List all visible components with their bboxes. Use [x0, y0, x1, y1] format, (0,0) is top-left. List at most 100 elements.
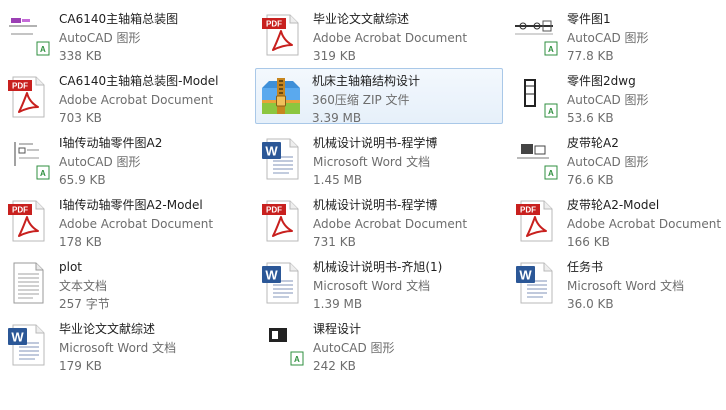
file-tile[interactable]: A 课程设计 AutoCAD 图形 242 KB	[256, 316, 504, 373]
file-size: 1.39 MB	[313, 297, 363, 311]
pdf-icon: PDF	[5, 198, 51, 244]
file-tile[interactable]: A 零件图2dwg AutoCAD 图形 53.6 KB	[510, 68, 726, 125]
svg-text:W: W	[265, 144, 278, 159]
file-details: 任务书 Microsoft Word 文档 36.0 KB	[567, 258, 726, 314]
file-details: 毕业论文文献综述 Adobe Acrobat Document 319 KB	[313, 10, 501, 66]
file-name: I轴传动轴零件图A2	[59, 136, 163, 150]
file-type: Microsoft Word 文档	[313, 278, 431, 293]
file-name: I轴传动轴零件图A2-Model	[59, 198, 203, 212]
file-size: 179 KB	[59, 359, 102, 373]
word-document-icon: W	[513, 260, 559, 306]
file-tile[interactable]: A CA6140主轴箱总装图 AutoCAD 图形 338 KB	[2, 6, 250, 63]
file-size: 76.6 KB	[567, 173, 614, 187]
pdf-icon: PDF	[513, 198, 559, 244]
zip-archive-icon	[258, 74, 304, 120]
word-document-icon: W	[259, 136, 305, 182]
autocad-drawing-icon: A	[513, 74, 559, 120]
file-name: 任务书	[567, 260, 604, 274]
pdf-icon: PDF	[5, 74, 51, 120]
file-tile[interactable]: PDF CA6140主轴箱总装图-Model Adobe Acrobat Doc…	[2, 68, 250, 125]
file-type: AutoCAD 图形	[567, 154, 649, 169]
svg-text:A: A	[548, 45, 554, 54]
file-tile[interactable]: 机床主轴箱结构设计 360压缩 ZIP 文件 3.39 MB	[255, 68, 503, 125]
autocad-drawing-icon: A	[5, 136, 51, 182]
file-tile[interactable]: PDF I轴传动轴零件图A2-Model Adobe Acrobat Docum…	[2, 192, 250, 249]
file-name: 零件图2dwg	[567, 74, 636, 88]
svg-text:A: A	[294, 355, 300, 364]
file-size: 319 KB	[313, 49, 356, 63]
file-type: Adobe Acrobat Document	[59, 216, 214, 231]
file-details: I轴传动轴零件图A2-Model Adobe Acrobat Document …	[59, 196, 247, 252]
svg-text:PDF: PDF	[266, 206, 282, 215]
file-type: AutoCAD 图形	[567, 30, 649, 45]
file-tile[interactable]: W 毕业论文文献综述 Microsoft Word 文档 179 KB	[2, 316, 250, 373]
pdf-icon: PDF	[259, 12, 305, 58]
file-type: AutoCAD 图形	[59, 30, 141, 45]
file-size: 703 KB	[59, 111, 102, 125]
file-name: 课程设计	[313, 322, 362, 336]
file-tile[interactable]: PDF 毕业论文文献综述 Adobe Acrobat Document 319 …	[256, 6, 504, 63]
file-name: plot	[59, 260, 82, 274]
file-name: 零件图1	[567, 12, 611, 26]
svg-text:A: A	[548, 169, 554, 178]
file-size: 77.8 KB	[567, 49, 614, 63]
autocad-drawing-icon: A	[259, 322, 305, 368]
svg-text:W: W	[519, 268, 532, 283]
file-list-tiles-view: A CA6140主轴箱总装图 AutoCAD 图形 338 KB PDF CA6…	[0, 0, 726, 410]
file-type: Microsoft Word 文档	[313, 154, 431, 169]
svg-text:A: A	[548, 107, 554, 116]
autocad-drawing-icon: A	[513, 136, 559, 182]
file-type: Microsoft Word 文档	[567, 278, 685, 293]
file-tile[interactable]: A I轴传动轴零件图A2 AutoCAD 图形 65.9 KB	[2, 130, 250, 187]
file-size: 242 KB	[313, 359, 356, 373]
file-details: 毕业论文文献综述 Microsoft Word 文档 179 KB	[59, 320, 247, 376]
file-size: 65.9 KB	[59, 173, 106, 187]
file-name: 机械设计说明书-程学博	[313, 136, 438, 150]
file-details: 机床主轴箱结构设计 360压缩 ZIP 文件 3.39 MB	[312, 72, 500, 128]
svg-text:PDF: PDF	[12, 206, 28, 215]
file-name: 机械设计说明书-程学博	[313, 198, 438, 212]
file-tile[interactable]: PDF 机械设计说明书-程学博 Adobe Acrobat Document 7…	[256, 192, 504, 249]
word-document-icon: W	[259, 260, 305, 306]
file-name: 机械设计说明书-齐旭(1)	[313, 260, 443, 274]
file-details: 皮带轮A2 AutoCAD 图形 76.6 KB	[567, 134, 726, 190]
file-type: Adobe Acrobat Document	[313, 216, 468, 231]
file-name: CA6140主轴箱总装图-Model	[59, 74, 219, 88]
file-name: 皮带轮A2	[567, 136, 619, 150]
file-size: 36.0 KB	[567, 297, 614, 311]
file-tile[interactable]: W 任务书 Microsoft Word 文档 36.0 KB	[510, 254, 726, 311]
file-type: AutoCAD 图形	[313, 340, 395, 355]
file-size: 3.39 MB	[312, 111, 362, 125]
file-size: 1.45 MB	[313, 173, 363, 187]
text-document-icon	[5, 260, 51, 306]
autocad-drawing-icon: A	[513, 12, 559, 58]
file-type: AutoCAD 图形	[59, 154, 141, 169]
file-type: 360压缩 ZIP 文件	[312, 92, 410, 107]
file-type: Adobe Acrobat Document	[567, 216, 722, 231]
file-details: 课程设计 AutoCAD 图形 242 KB	[313, 320, 501, 376]
svg-text:PDF: PDF	[520, 206, 536, 215]
file-type: Adobe Acrobat Document	[59, 92, 214, 107]
file-size: 53.6 KB	[567, 111, 614, 125]
file-details: plot 文本文档 257 字节	[59, 258, 247, 314]
file-size: 731 KB	[313, 235, 356, 249]
file-details: CA6140主轴箱总装图-Model Adobe Acrobat Documen…	[59, 72, 247, 128]
file-name: 毕业论文文献综述	[59, 322, 156, 336]
file-size: 338 KB	[59, 49, 102, 63]
file-tile[interactable]: A 皮带轮A2 AutoCAD 图形 76.6 KB	[510, 130, 726, 187]
file-type: Microsoft Word 文档	[59, 340, 177, 355]
file-size: 257 字节	[59, 297, 110, 311]
file-type: 文本文档	[59, 278, 108, 293]
file-size: 178 KB	[59, 235, 102, 249]
file-tile[interactable]: A 零件图1 AutoCAD 图形 77.8 KB	[510, 6, 726, 63]
file-tile[interactable]: plot 文本文档 257 字节	[2, 254, 250, 311]
file-tile[interactable]: W 机械设计说明书-程学博 Microsoft Word 文档 1.45 MB	[256, 130, 504, 187]
file-details: 皮带轮A2-Model Adobe Acrobat Document 166 K…	[567, 196, 726, 252]
svg-text:W: W	[265, 268, 278, 283]
file-tile[interactable]: PDF 皮带轮A2-Model Adobe Acrobat Document 1…	[510, 192, 726, 249]
file-details: I轴传动轴零件图A2 AutoCAD 图形 65.9 KB	[59, 134, 247, 190]
file-name: CA6140主轴箱总装图	[59, 12, 179, 26]
file-name: 毕业论文文献综述	[313, 12, 410, 26]
file-tile[interactable]: W 机械设计说明书-齐旭(1) Microsoft Word 文档 1.39 M…	[256, 254, 504, 311]
file-details: CA6140主轴箱总装图 AutoCAD 图形 338 KB	[59, 10, 247, 66]
